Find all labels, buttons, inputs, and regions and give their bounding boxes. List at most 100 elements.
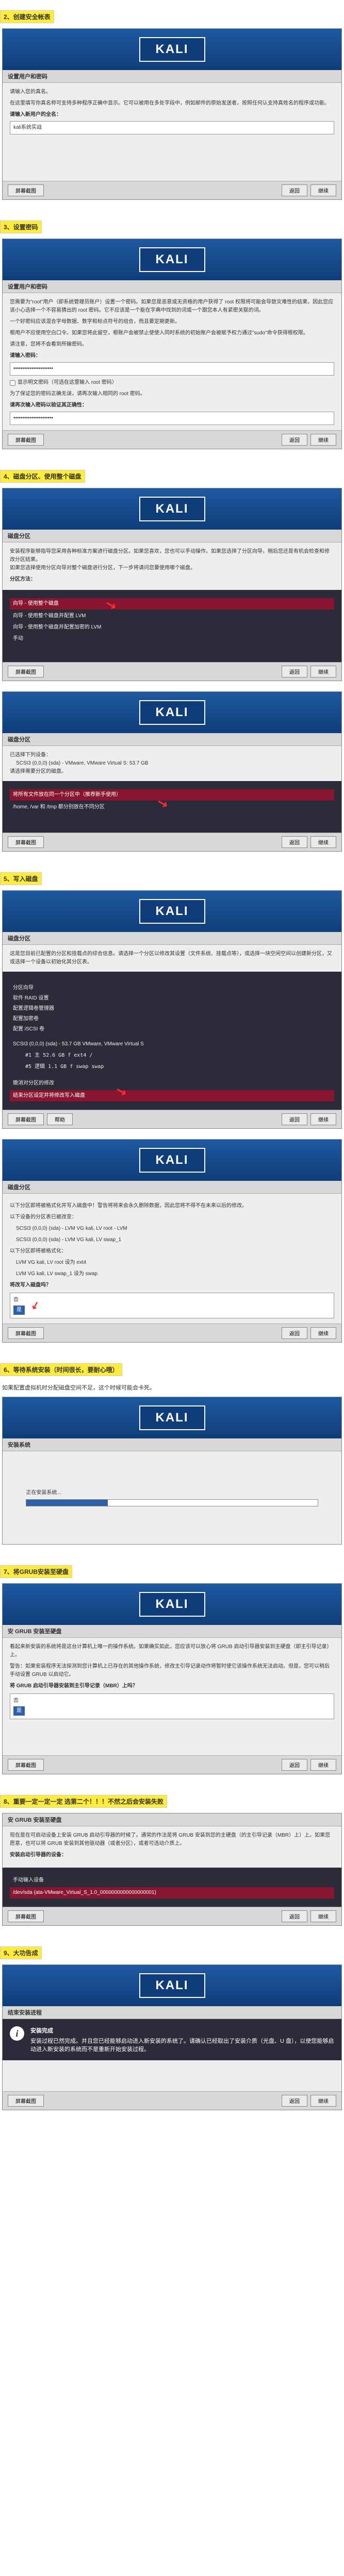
back-button[interactable]: 返回 [282,434,307,446]
back-button[interactable]: 返回 [282,2095,307,2107]
continue-button[interactable]: 继续 [310,1113,336,1125]
write-dev: SCSI3 (0,0,0) (sda) - LVM VG kali, LV ro… [16,1225,334,1233]
screenshot-button[interactable]: 屏幕截图 [8,1113,44,1125]
write-p2: 以下设备的分区表已被改变： [10,1213,334,1222]
intro-text: 请输入您的真名。 [10,88,334,96]
panel-title: 安装系统 [3,1438,341,1451]
summary-list: 分区向导 软件 RAID 设置 配置逻辑卷管理器 配置加密卷 配置 iSCSI … [3,972,341,1110]
option-manual[interactable]: 手动 [10,633,334,645]
panel-title: 结束安装进程 [3,2006,341,2019]
opt-no[interactable]: 否 [13,1296,331,1304]
cfg-guide[interactable]: 分区向导 [10,983,334,993]
panel-title: 设置用户和密码 [3,70,341,83]
window-header: KALI [3,29,341,70]
finish-info: i 安装完成 安装过程已然完成。并且您已经能够启动进入新安装的系统了。请确认已经… [3,2019,341,2060]
option-lvm[interactable]: 向导 - 使用整个磁盘并配置 LVM [10,611,334,622]
show-password-checkbox[interactable] [10,380,15,386]
info-icon: i [10,2026,24,2041]
pwd-input2[interactable]: •••••••••••••••••••••• [10,412,334,425]
cfg-lvm[interactable]: 配置逻辑卷管理器 [10,1004,334,1014]
continue-button[interactable]: 继续 [310,434,336,446]
panel-title: 设置用户和密码 [3,280,341,293]
write-body: 以下分区即将被格式化并写入磁盘中！警告将将来会永久删除数据，因此您将不得不在未来… [3,1194,341,1324]
screenshot-button[interactable]: 屏幕截图 [8,836,44,848]
part-row-2[interactable]: #5 逻辑 1.1 GB f swap swap [22,1061,334,1073]
option-whole-disk[interactable]: 向导 - 使用整个磁盘 [10,598,334,609]
cfg-enc[interactable]: 配置加密卷 [10,1014,334,1024]
back-button[interactable]: 返回 [282,1327,307,1339]
write-f1: LVM VG kali, LV root 设为 ext4 [16,1259,334,1267]
cfg-iscsi[interactable]: 配置 iSCSI 卷 [10,1024,334,1035]
screenshot-button[interactable]: 屏幕截图 [8,2095,44,2107]
window-partition-scheme: KALI 磁盘分区 已选择下列设备： SCSI3 (0,0,0) (sda) -… [2,691,342,852]
pwd-p5: 为了保证您的密码正确无误，请再次输入相同的 root 密码。 [10,390,334,398]
install-msg: 正在安装系统... [26,1489,318,1497]
grub-no[interactable]: 否 [13,1697,331,1705]
heading-2: 2、创建安全帐表 [0,10,54,23]
sel-p1: 已选择下列设备： [10,751,334,759]
back-button[interactable]: 返回 [282,836,307,848]
panel-title: 磁盘分区 [3,932,341,945]
continue-button[interactable]: 继续 [310,1910,336,1922]
grubdev-sda[interactable]: /dev/sda (ata-VMware_Virtual_S_1.0_00000… [10,1887,334,1899]
continue-button[interactable]: 继续 [310,666,336,677]
panel-body: 请输入您的真名。 在这里填写你真名称可支持多种程序正确中显示。它可以被用在多处字… [3,83,341,181]
heading-3: 3、设置密码 [0,221,42,233]
partition-intro: 安装程序能够指导您采用各种标准方案进行磁盘分区。如果您喜欢，您也可以手动操作。如… [3,543,341,590]
screenshot-button[interactable]: 屏幕截图 [8,1327,44,1339]
screenshot-button[interactable]: 屏幕截图 [8,434,44,446]
pwd-input1[interactable]: •••••••••••••••••••••• [10,362,334,376]
disk-row[interactable]: SCSI3 (0,0,0) (sda) - 53.7 GB VMware, VM… [10,1039,334,1050]
logo-text: KALI [156,502,189,516]
continue-button[interactable]: 继续 [310,836,336,848]
window-partition-method: KALI 磁盘分区 安装程序能够指导您采用各种标准方案进行磁盘分区。如果您喜欢，… [2,488,342,681]
window-username: KALI 设置用户和密码 请输入您的真名。 在这里填写你真名称可支持多种程序正确… [2,28,342,200]
panel-title: 安 GRUB 安装至硬盘 [3,1814,341,1826]
disk-line: SCSI3 (0,0,0) (sda) - VMware, VMware Vir… [16,759,334,768]
panel-title: 磁盘分区 [3,1181,341,1194]
logo-text: KALI [156,1597,189,1611]
write-p1: 以下分区即将被格式化并写入磁盘中！警告将将来会永久删除数据，因此您将不得不在未来… [10,1202,334,1210]
panel-title: 安 GRUB 安装至硬盘 [3,1625,341,1638]
fullname-label: 请输入新用户的全名： [10,111,334,119]
option-enc-lvm[interactable]: 向导 - 使用整个磁盘并配置加密的 LVM [10,622,334,633]
part-row-1[interactable]: #1 主 52.6 GB f ext4 / [22,1050,334,1061]
screenshot-button[interactable]: 屏幕截图 [8,1759,44,1771]
screenshot-button[interactable]: 屏幕截图 [8,666,44,677]
pwd-p4: 请注意，您将不会看到所输密码。 [10,341,334,349]
back-button[interactable]: 返回 [282,184,307,196]
panel-body: 您需要为"root"用户（即系统管理员账户）设置一个密码。如果您是恶意或无资格的… [3,293,341,430]
back-button[interactable]: 返回 [282,1910,307,1922]
option-separate[interactable]: /home, /var 和 /tmp 都分别放在不同分区 [10,802,334,813]
back-button[interactable]: 返回 [282,666,307,677]
fullname-input[interactable]: kali系统实战 [10,121,334,134]
pwd-label1: 请输入密码： [10,352,334,360]
write-p3: 以下分区即将被格式化： [10,1247,334,1256]
grubdev-manual[interactable]: 手动输入设备 [10,1875,334,1886]
progress-bar [26,1499,318,1506]
cfg-raid[interactable]: 软件 RAID 设置 [10,993,334,1004]
back-button[interactable]: 返回 [282,1113,307,1125]
back-button[interactable]: 返回 [282,1759,307,1771]
option-all-one[interactable]: 将所有文件放在同一个分区中（推荐新手使用） [10,789,334,801]
logo-text: KALI [156,1411,189,1425]
screenshot-button[interactable]: 屏幕截图 [8,184,44,196]
continue-button[interactable]: 继续 [310,2095,336,2107]
grub-p2: 警告：如果安装程序无法探测到您计算机上已存在的其他操作系统，修改主引导记录动作将… [10,1663,334,1679]
grub-body: 看起来新安装的系统将是这台计算机上唯一的操作系统。如果确实如此，您应该可以放心将… [3,1638,341,1755]
undo-row[interactable]: 撤消对分区的修改 [10,1078,334,1089]
finish-row[interactable]: 结束分区设定并将修改写入磁盘 [10,1090,334,1101]
pwd-p1: 您需要为"root"用户（即系统管理员账户）设置一个密码。如果您是恶意或无资格的… [10,298,334,315]
window-installing: KALI 安装系统 正在安装系统... [2,1397,342,1545]
grub-p1: 看起来新安装的系统将是这台计算机上唯一的操作系统。如果确实如此，您应该可以放心将… [10,1643,334,1659]
part-p1: 安装程序能够指导您采用各种标准方案进行磁盘分区。如果您喜欢，您也可以手动操作。如… [10,548,334,564]
screenshot-button[interactable]: 屏幕截图 [8,1910,44,1922]
window-finish: KALI 结束安装进程 i 安装完成 安装过程已然完成。并且您已经能够启动进入新… [2,1964,342,2110]
scheme-options: 将所有文件放在同一个分区中（推荐新手使用） ↘ /home, /var 和 /t… [3,781,341,833]
grub-yes[interactable]: 是 [13,1706,25,1716]
opt-yes[interactable]: 是 [13,1306,25,1315]
help-button[interactable]: 帮助 [47,1113,73,1125]
continue-button[interactable]: 继续 [310,1759,336,1771]
continue-button[interactable]: 继续 [310,1327,336,1339]
continue-button[interactable]: 继续 [310,184,336,196]
